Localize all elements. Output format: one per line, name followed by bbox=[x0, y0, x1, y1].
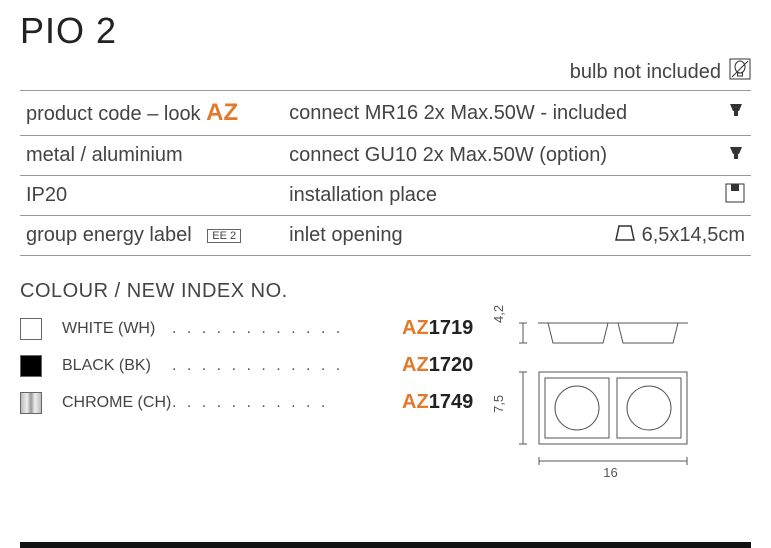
material-text: metal / aluminium bbox=[20, 136, 283, 176]
bottom-divider bbox=[20, 542, 751, 548]
colour-list: WHITE (WH) . . . . . . . . . . . . AZ171… bbox=[20, 317, 473, 482]
bulb-note-row: bulb not included bbox=[20, 58, 751, 91]
dot-leader: . . . . . . . . . . . bbox=[172, 394, 402, 412]
colour-row-white: WHITE (WH) . . . . . . . . . . . . AZ171… bbox=[20, 317, 473, 340]
colour-code: AZ1749 bbox=[402, 391, 473, 414]
product-code-label: product code – look bbox=[26, 103, 206, 125]
bulb-socket-icon bbox=[727, 144, 745, 168]
colour-code: AZ1720 bbox=[402, 354, 473, 377]
spec-table: product code – look AZ connect MR16 2x M… bbox=[20, 91, 751, 256]
colour-label: CHROME (CH) bbox=[62, 394, 172, 412]
colour-section-title: COLOUR / NEW INDEX NO. bbox=[20, 280, 751, 303]
swatch-white bbox=[20, 318, 42, 340]
spec-row-product-code: product code – look AZ connect MR16 2x M… bbox=[20, 91, 751, 136]
dimension-width: 16 bbox=[603, 465, 617, 480]
spec-row-energy: group energy label EE 2 inlet opening 6,… bbox=[20, 216, 751, 256]
connect-gu10-text: connect GU10 2x Max.50W (option) bbox=[289, 144, 607, 166]
installation-place-text: installation place bbox=[289, 184, 437, 206]
dot-leader: . . . . . . . . . . . . bbox=[172, 357, 402, 375]
inlet-shape-icon bbox=[614, 224, 636, 248]
colour-row-black: BLACK (BK) . . . . . . . . . . . . AZ172… bbox=[20, 354, 473, 377]
dimension-height-1: 4,2 bbox=[491, 305, 506, 323]
spec-row-material: metal / aluminium connect GU10 2x Max.50… bbox=[20, 136, 751, 176]
colour-label: WHITE (WH) bbox=[62, 320, 172, 338]
inlet-dimension-text: 6,5x14,5cm bbox=[642, 224, 745, 247]
colour-label: BLACK (BK) bbox=[62, 357, 172, 375]
product-diagram-svg bbox=[473, 317, 703, 477]
dimension-height-2: 7,5 bbox=[491, 395, 506, 413]
swatch-chrome bbox=[20, 392, 42, 414]
swatch-black bbox=[20, 355, 42, 377]
colour-row-chrome: CHROME (CH) . . . . . . . . . . . AZ1749 bbox=[20, 391, 473, 414]
ip-rating-text: IP20 bbox=[20, 176, 283, 216]
colour-code: AZ1719 bbox=[402, 317, 473, 340]
bulb-note-text: bulb not included bbox=[570, 61, 721, 84]
dimension-diagram: 4,2 7,5 16 bbox=[473, 317, 751, 482]
energy-badge: EE 2 bbox=[207, 229, 241, 243]
product-code-az: AZ bbox=[206, 99, 238, 126]
installation-icon bbox=[725, 183, 745, 209]
inlet-opening-text: inlet opening bbox=[289, 224, 402, 246]
page-title: PIO 2 bbox=[20, 10, 751, 52]
energy-label-text: group energy label bbox=[26, 224, 192, 246]
dot-leader: . . . . . . . . . . . . bbox=[172, 320, 402, 338]
spec-row-ip: IP20 installation place bbox=[20, 176, 751, 216]
no-bulb-icon bbox=[729, 58, 751, 86]
connect-mr16-text: connect MR16 2x Max.50W - included bbox=[289, 102, 627, 124]
bulb-socket-icon bbox=[727, 101, 745, 125]
